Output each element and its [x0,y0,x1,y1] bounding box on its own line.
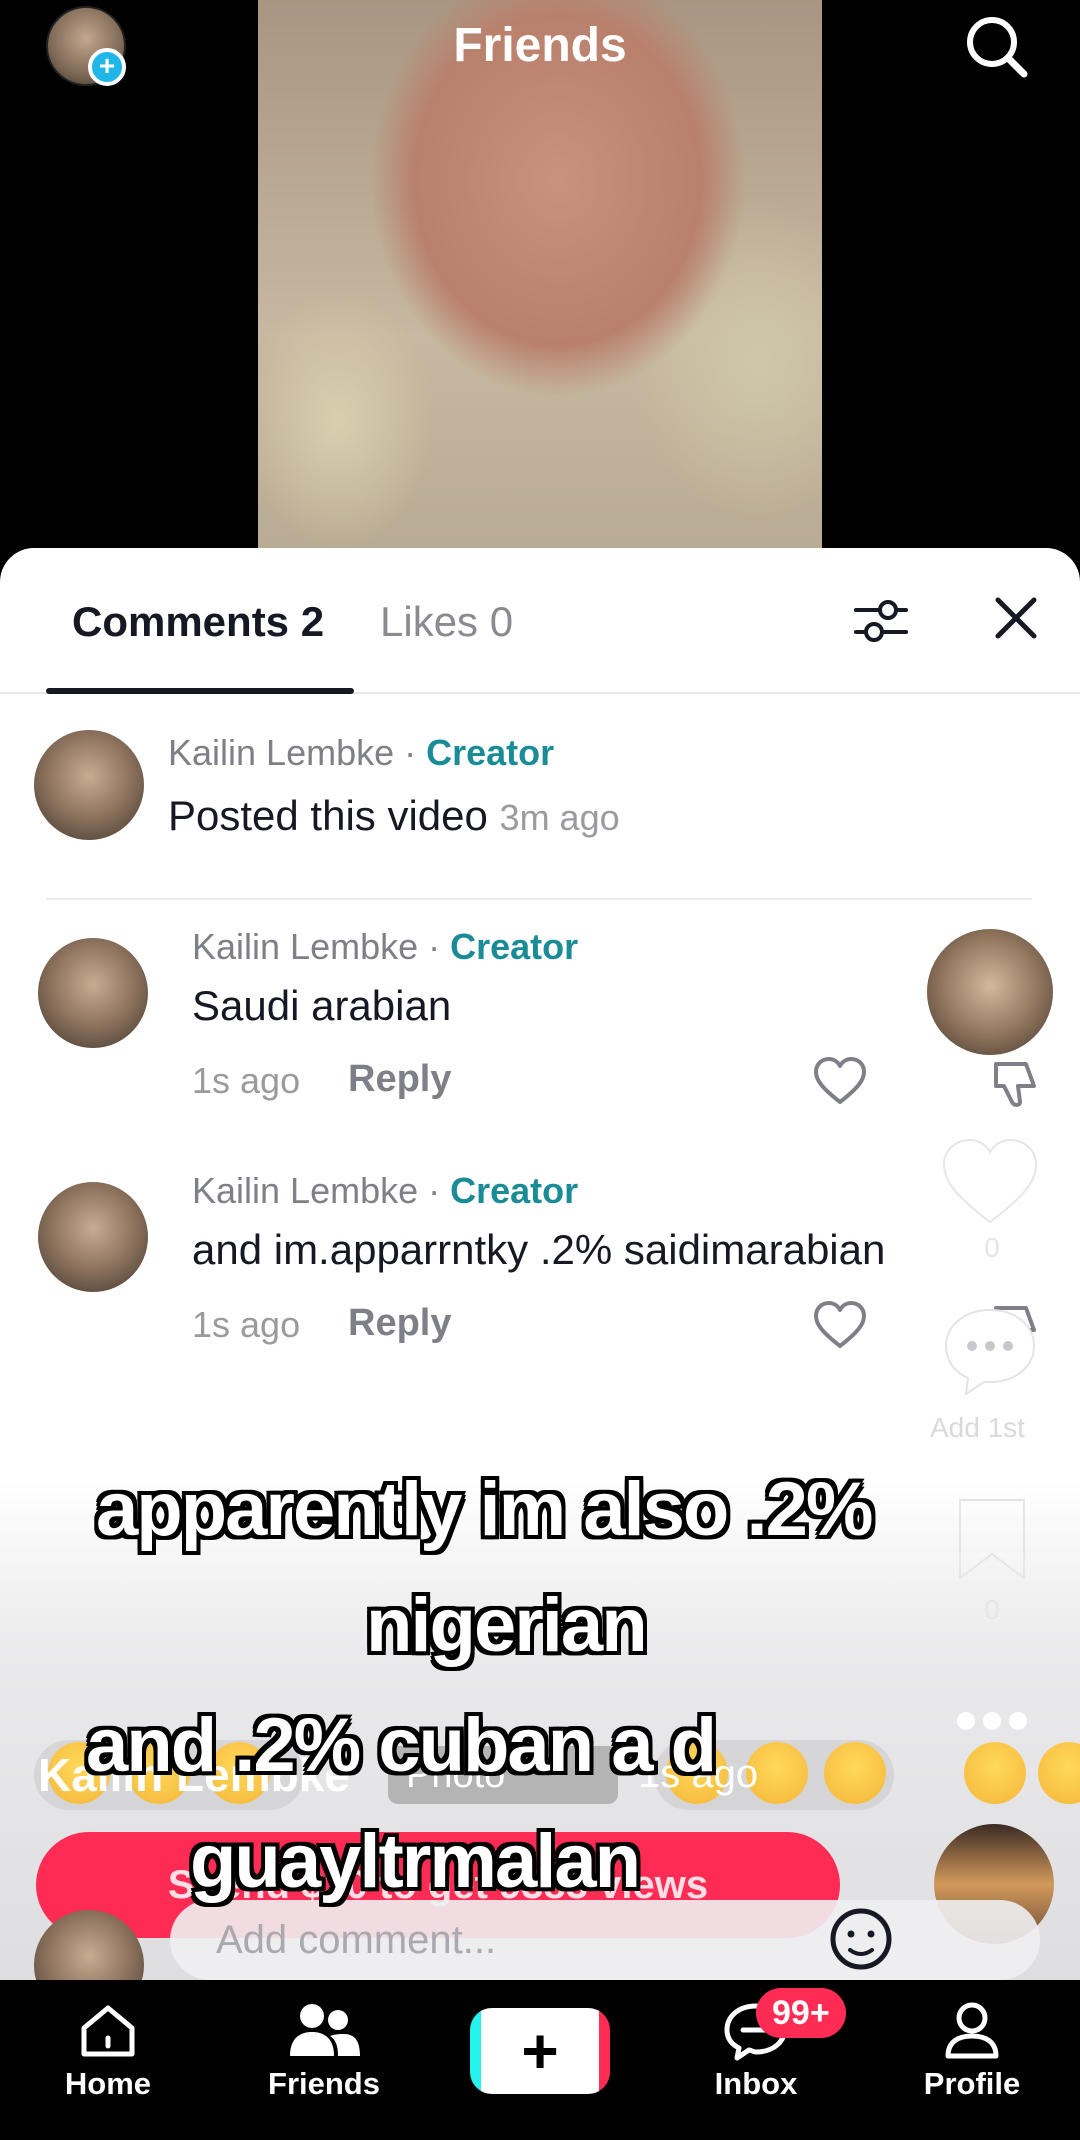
friends-icon [290,2004,360,2056]
page-title[interactable]: Friends [0,18,1080,73]
comment-count: Add 1st [930,1412,1025,1443]
caption-line: guayltrmalan [190,1819,641,1904]
search-icon[interactable] [962,12,1032,82]
caption-line: nigerian [366,1583,648,1668]
creator-avatar[interactable] [924,926,1056,1058]
comment-time: 1s ago [192,1060,301,1101]
emoji-icon[interactable] [964,1742,1026,1804]
bottom-nav: Home Friends + Inbox 99+ Profile [0,1980,1080,2140]
caption-line: apparently im also .2% [96,1467,873,1552]
comment-text[interactable]: and im.apparrntky .2% saidimarabian [192,1226,885,1274]
author-name[interactable]: Kailin Lembke [168,732,394,773]
tab-likes[interactable]: Likes 0 [380,598,513,646]
comment-icon[interactable] [940,1300,1040,1400]
create-button[interactable]: + [470,2008,610,2094]
avatar[interactable] [38,938,148,1048]
name-separator: · [394,732,427,773]
creator-badge: Creator [450,1170,579,1211]
more-icon[interactable] [952,1706,1032,1736]
like-count: 0 [984,1232,1000,1263]
active-tab-indicator [46,688,354,694]
name-separator: · [418,926,451,967]
posted-label: Posted this video [168,792,488,839]
nav-label: Profile [923,2066,1021,2101]
creator-badge: Creator [450,926,579,967]
comment-author[interactable]: Kailin Lembke · Creator [192,1170,578,1212]
nav-label: Friends [268,2066,380,2101]
emoji-picker-icon[interactable] [826,1904,896,1974]
author-name[interactable]: Kailin Lembke [192,926,418,967]
heart-icon[interactable] [812,1054,868,1110]
laughing-emoji-icon[interactable] [824,1742,886,1804]
top-bar: + Friends [0,0,1080,100]
nav-friends[interactable]: Friends [244,1998,404,2102]
profile-icon [945,2002,999,2059]
comment-time: 1s ago [192,1304,301,1345]
heart-icon[interactable] [812,1298,868,1354]
nav-label: Home [64,2066,152,2101]
home-icon [81,2005,135,2057]
comment-input[interactable]: Add comment... [170,1900,1040,1980]
nav-label: Inbox [714,2066,798,2101]
comment-placeholder: Add comment... [216,1918,497,1962]
author-name[interactable]: Kailin Lembke [192,1170,418,1211]
comment-author[interactable]: Kailin Lembke · Creator [168,732,554,774]
nav-home[interactable]: Home [28,1998,188,2102]
dislike-icon[interactable] [986,1056,1042,1112]
avatar[interactable] [38,1182,148,1292]
filter-icon[interactable] [850,590,912,652]
reply-button[interactable]: Reply [348,1058,451,1101]
tab-comments[interactable]: Comments 2 [72,598,324,646]
like-icon[interactable] [940,1136,1040,1226]
comment-tabs: Comments 2 Likes 0 [0,548,1080,694]
close-icon[interactable] [988,590,1044,646]
name-separator: · [418,1170,451,1211]
comment-author[interactable]: Kailin Lembke · Creator [192,926,578,968]
posted-time: 3m ago [499,797,620,838]
avatar[interactable] [34,730,144,840]
nav-profile[interactable]: Profile [892,1998,1052,2102]
inbox-badge: 99+ [756,1988,846,2038]
comment-text[interactable]: Saudi arabian [192,982,451,1030]
plus-icon: + [482,2008,598,2094]
posted-text: Posted this video 3m ago [168,792,620,840]
emoji-icon[interactable] [1038,1742,1080,1804]
divider [46,898,1032,900]
caption-line: and .2% cuban a d [86,1703,717,1788]
creator-badge: Creator [426,732,555,773]
reply-button[interactable]: Reply [348,1302,451,1345]
